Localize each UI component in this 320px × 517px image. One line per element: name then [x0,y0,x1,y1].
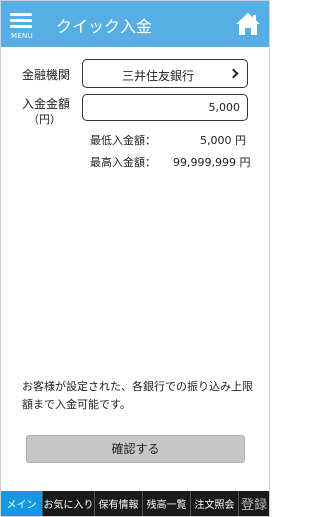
tab-balance-list[interactable]: 残高一覧 [143,491,191,516]
min-amount-value: 5,000 円 [200,134,246,147]
tab-holdings[interactable]: 保有情報 [95,491,143,516]
page-title: クイック入金 [56,17,153,36]
max-amount-label: 最高入金額： [90,156,156,169]
limit-note: お客様が設定された、各銀行での振り込み上限額まで入金可能です。 [22,380,253,411]
home-icon [236,13,260,35]
home-button[interactable] [235,11,261,37]
amount-unit-label: （円） [28,113,61,126]
max-amount-value: 99,999,999 円 [173,156,251,169]
bank-label: 金融機関 [22,68,71,82]
confirm-button[interactable]: 確認する [26,435,245,463]
menu-label: MENU [10,32,34,40]
tab-register[interactable]: 登録 [239,491,269,516]
hamburger-icon-bar [10,25,32,28]
hamburger-icon [10,13,32,16]
tab-order-inquiry[interactable]: 注文照会 [191,491,239,516]
amount-input[interactable] [82,94,248,121]
hamburger-icon-bar [10,19,32,22]
bank-select[interactable]: 三井住友銀行 [82,59,248,88]
min-amount-label: 最低入金額： [90,134,156,147]
header-bar: MENU クイック入金 [1,1,269,47]
bottom-tab-bar: メイン お気に入り 保有情報 残高一覧 注文照会 登録 [1,491,269,516]
amount-label: 入金金額 [22,97,71,111]
menu-button[interactable]: MENU [8,7,36,43]
tab-main[interactable]: メイン [1,491,43,516]
tab-favorites[interactable]: お気に入り [43,491,95,516]
bank-value: 三井住友銀行 [121,69,194,83]
